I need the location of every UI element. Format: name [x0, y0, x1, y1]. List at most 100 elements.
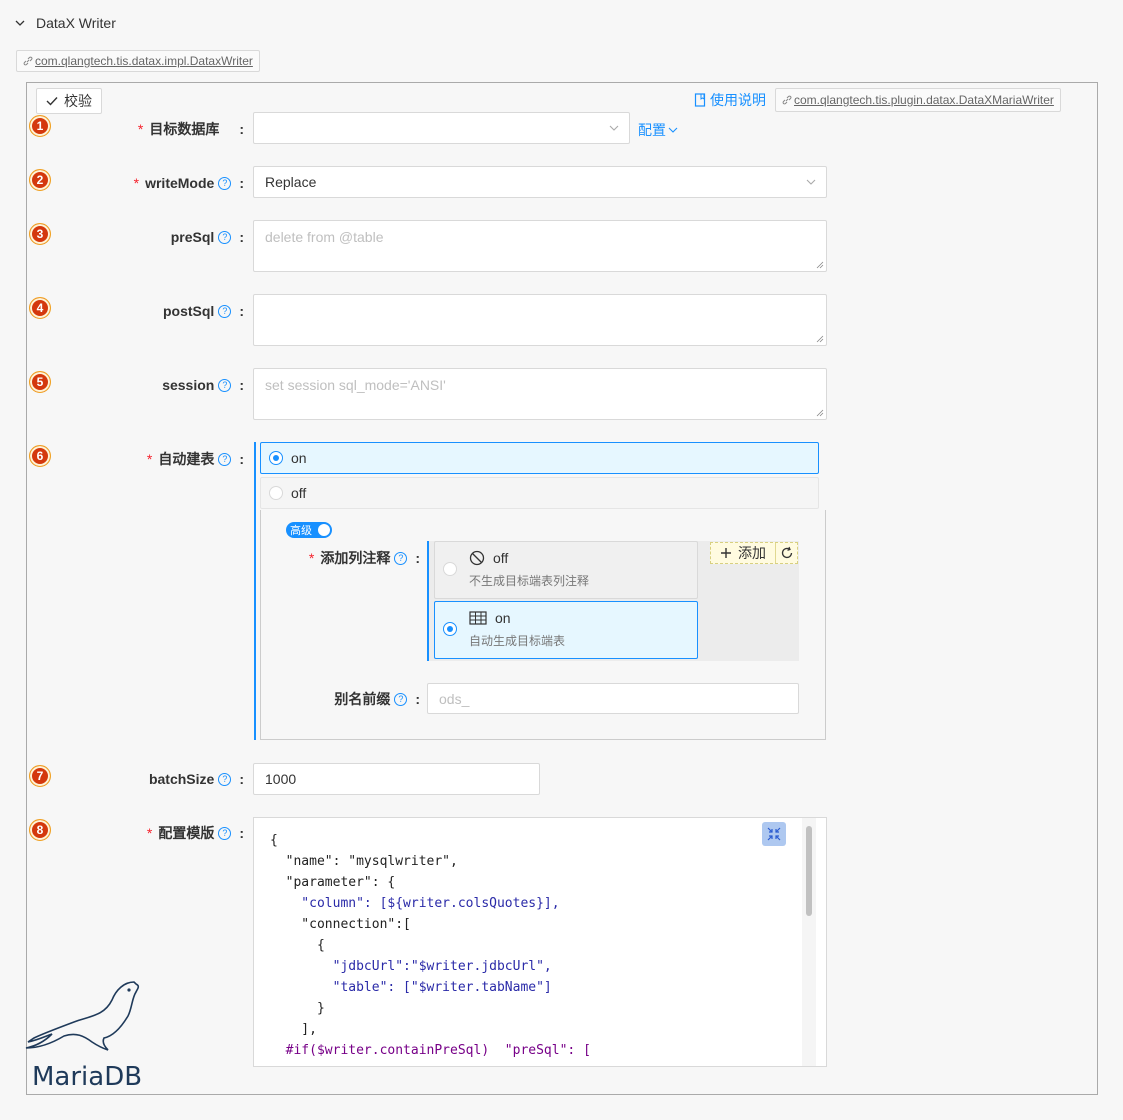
option-title: on: [495, 610, 511, 626]
option-desc: 不生成目标端表列注释: [469, 574, 590, 588]
chevron-down-icon[interactable]: [14, 17, 26, 29]
section-header[interactable]: DataX Writer: [14, 12, 116, 34]
add-button[interactable]: 添加: [711, 543, 776, 563]
write-mode-value: Replace: [265, 174, 317, 190]
advanced-toggle[interactable]: 高级: [286, 522, 332, 538]
code-line: "jdbcUrl":"$writer.jdbcUrl",: [270, 959, 552, 974]
session-textarea[interactable]: set session sql_mode='ANSI': [253, 368, 827, 420]
toggle-knob: [318, 524, 330, 536]
radio-button-checked[interactable]: [443, 622, 457, 636]
auto-create-option-on[interactable]: on: [260, 442, 819, 474]
resize-handle-icon[interactable]: [816, 409, 824, 417]
target-db-label-text: 目标数据库: [149, 121, 220, 137]
batch-size-label-text: batchSize: [148, 771, 215, 787]
required-mark: *: [137, 121, 144, 137]
code-line: {: [270, 833, 278, 848]
impl-class-tag[interactable]: com.qlangtech.tis.datax.impl.DataxWriter: [16, 50, 260, 72]
compress-icon: [767, 827, 781, 841]
alias-prefix-label: 别名前缀 ? :: [190, 690, 420, 708]
config-label: 配置: [638, 122, 666, 138]
comment-option-off[interactable]: off 不生成目标端表列注释: [434, 541, 698, 599]
pre-sql-label-text: preSql: [170, 229, 215, 245]
help-circle-icon[interactable]: ?: [218, 304, 232, 318]
help-label: 使用说明: [710, 92, 766, 108]
pre-sql-textarea[interactable]: delete from @table: [253, 220, 827, 272]
template-label: * 配置模版 ? :: [14, 824, 244, 842]
chevron-down-icon: [609, 125, 619, 131]
template-code[interactable]: { "name": "mysqlwriter", "parameter": { …: [270, 830, 591, 1061]
target-db-select[interactable]: [253, 112, 630, 144]
check-button[interactable]: 校验: [36, 88, 102, 114]
refresh-button[interactable]: [776, 546, 797, 560]
write-mode-select[interactable]: Replace: [253, 166, 827, 198]
resize-handle-icon[interactable]: [816, 261, 824, 269]
help-link[interactable]: 使用说明: [694, 90, 766, 110]
plugin-class-tag[interactable]: com.qlangtech.tis.plugin.datax.DataXMari…: [775, 88, 1061, 112]
code-line: }: [270, 1001, 325, 1016]
code-line: #if($writer.containPreSql) "preSql": [: [270, 1043, 591, 1058]
post-sql-label: postSql ? :: [14, 302, 244, 320]
scrollbar-thumb[interactable]: [806, 826, 812, 916]
help-circle-icon[interactable]: ?: [218, 378, 232, 392]
add-comment-label-text: 添加列注释: [320, 550, 391, 566]
help-circle-icon[interactable]: ?: [218, 452, 232, 466]
code-line: "connection":[: [270, 917, 411, 932]
batch-size-value: 1000: [265, 771, 297, 787]
batch-size-label: batchSize ? :: [14, 770, 244, 788]
template-code-editor[interactable]: { "name": "mysqlwriter", "parameter": { …: [253, 817, 827, 1067]
add-label: 添加: [738, 545, 766, 561]
chevron-down-icon: [806, 179, 816, 185]
label-colon: :: [239, 377, 244, 393]
session-placeholder: set session sql_mode='ANSI': [265, 377, 446, 393]
auto-create-label: * 自动建表 ? :: [14, 450, 244, 468]
auto-create-option-off[interactable]: off: [260, 477, 819, 509]
section-title: DataX Writer: [36, 15, 116, 31]
required-mark: *: [133, 175, 140, 191]
label-colon: :: [239, 451, 244, 467]
plus-icon: [721, 548, 731, 558]
fullscreen-button[interactable]: [762, 822, 786, 846]
help-circle-icon[interactable]: ?: [218, 176, 232, 190]
radio-button[interactable]: [443, 562, 457, 576]
alias-prefix-input[interactable]: ods_: [427, 683, 799, 714]
template-label-text: 配置模版: [158, 825, 215, 841]
help-circle-icon[interactable]: ?: [218, 826, 232, 840]
help-circle-icon[interactable]: ?: [218, 772, 232, 786]
code-line: "name": "mysqlwriter",: [270, 854, 458, 869]
option-label: on: [291, 450, 307, 466]
label-colon: :: [239, 303, 244, 319]
option-title: off: [493, 550, 509, 566]
session-label-text: session: [162, 377, 215, 393]
comment-option-on[interactable]: on 自动生成目标端表: [434, 601, 698, 659]
write-mode-label: * writeMode ? :: [14, 174, 244, 192]
resize-handle-icon[interactable]: [816, 335, 824, 343]
help-circle-icon[interactable]: ?: [394, 692, 408, 706]
post-sql-label-text: postSql: [162, 303, 215, 319]
alias-prefix-placeholder: ods_: [439, 690, 470, 707]
check-label: 校验: [64, 93, 92, 109]
batch-size-input[interactable]: 1000: [253, 763, 540, 795]
label-colon: :: [415, 550, 420, 566]
alias-prefix-label-text: 别名前缀: [334, 691, 391, 707]
add-comment-label: * 添加列注释 ? :: [190, 549, 420, 567]
pre-sql-placeholder: delete from @table: [265, 229, 384, 245]
config-dropdown-link[interactable]: 配置: [638, 120, 678, 140]
help-circle-icon[interactable]: ?: [394, 551, 408, 565]
radio-button[interactable]: [269, 486, 283, 500]
chevron-down-icon: [668, 127, 678, 133]
label-colon: :: [415, 691, 420, 707]
auto-create-label-text: 自动建表: [158, 451, 215, 467]
label-colon: :: [239, 825, 244, 841]
impl-class-text: com.qlangtech.tis.datax.impl.DataxWriter: [35, 54, 253, 68]
radio-button-checked[interactable]: [269, 451, 283, 465]
required-mark: *: [146, 451, 153, 467]
refresh-icon: [781, 546, 792, 559]
link-icon: [782, 95, 792, 105]
check-icon: [46, 97, 58, 106]
ban-icon: [469, 550, 485, 566]
post-sql-textarea[interactable]: [253, 294, 827, 346]
pre-sql-label: preSql ? :: [14, 228, 244, 246]
label-colon: :: [239, 771, 244, 787]
help-circle-icon[interactable]: ?: [218, 230, 232, 244]
code-line: ],: [270, 1022, 317, 1037]
